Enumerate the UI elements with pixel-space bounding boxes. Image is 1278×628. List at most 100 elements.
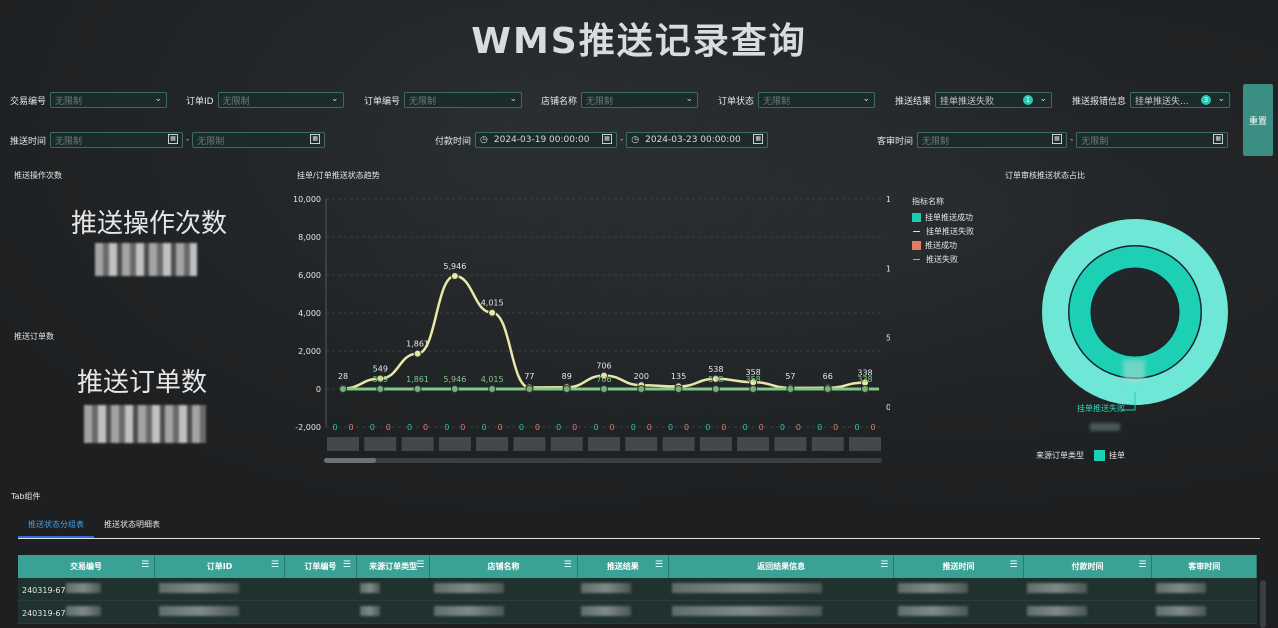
sort-icon[interactable]: ☰ bbox=[564, 560, 572, 570]
table-cell bbox=[893, 578, 1024, 601]
zero-label-fail: 0 bbox=[535, 423, 540, 432]
review-time-end[interactable]: 无限制 ▦ bbox=[1076, 132, 1229, 148]
data-point-flat[interactable] bbox=[339, 385, 347, 393]
table-row[interactable]: 240319-67 bbox=[18, 600, 1257, 624]
column-header[interactable]: 订单编号 ☰ bbox=[284, 555, 357, 578]
data-point-flat[interactable] bbox=[786, 385, 795, 393]
y-tick-label: -2,000 bbox=[295, 423, 321, 432]
donut-chart-title: 订单审核推送状态占比 bbox=[1005, 171, 1085, 180]
zero-label-success: 0 bbox=[631, 423, 636, 432]
zero-label-success: 0 bbox=[780, 423, 785, 432]
data-point[interactable] bbox=[488, 308, 497, 317]
donut-legend: 来源订单类型 挂单 bbox=[1036, 450, 1125, 461]
data-point-flat[interactable] bbox=[562, 385, 571, 393]
zero-label-success: 0 bbox=[370, 423, 375, 432]
calendar-icon: ▦ bbox=[310, 134, 321, 144]
data-point-flat[interactable] bbox=[488, 385, 497, 393]
donut-blurred-label bbox=[1123, 360, 1145, 382]
legend-item[interactable]: 挂单推送成功 bbox=[912, 212, 974, 223]
push-time-end[interactable]: 无限制 ▦ bbox=[192, 132, 326, 148]
table-scrollbar[interactable] bbox=[1260, 580, 1266, 628]
column-header[interactable]: 交易编号 ☰ bbox=[18, 555, 156, 578]
y-tick-label: 6,000 bbox=[298, 271, 321, 280]
pay-time-end[interactable]: ◷ 2024-03-23 00:00:00 ▦ bbox=[626, 132, 769, 148]
data-point-flat[interactable] bbox=[600, 385, 608, 393]
push-error-select[interactable]: 挂单推送失... 3 ⌄ bbox=[1130, 92, 1231, 108]
x-tick-label-blurred bbox=[588, 437, 620, 451]
data-label: 66 bbox=[823, 372, 833, 381]
kpi2-label: 推送订单数 bbox=[77, 368, 208, 398]
sort-icon[interactable]: ☰ bbox=[271, 560, 279, 570]
sort-icon[interactable]: ☰ bbox=[141, 560, 149, 570]
filter-label: 客审时间 bbox=[877, 136, 914, 147]
legend-item[interactable]: 推送成功 bbox=[912, 240, 974, 251]
chevron-down-icon: ⌄ bbox=[685, 94, 694, 104]
column-header[interactable]: 订单ID ☰ bbox=[154, 555, 285, 578]
data-point-flat[interactable] bbox=[749, 385, 758, 393]
column-header[interactable]: 推送时间 ☰ bbox=[893, 555, 1024, 578]
zero-label-success: 0 bbox=[593, 423, 598, 432]
zero-label-fail: 0 bbox=[759, 423, 764, 432]
data-point-flat[interactable] bbox=[413, 385, 422, 393]
data-point-flat[interactable] bbox=[525, 385, 534, 393]
reset-button[interactable]: 重置 bbox=[1243, 84, 1273, 156]
column-header[interactable]: 返回结果信息 ☰ bbox=[668, 555, 895, 578]
data-point-flat[interactable] bbox=[711, 385, 720, 393]
legend-item[interactable]: 推送失败 bbox=[912, 254, 974, 265]
filter-label: 推送结果 bbox=[895, 96, 932, 107]
placeholder: 无限制 bbox=[55, 136, 83, 147]
tab-detail-table[interactable]: 推送状态明细表 bbox=[94, 517, 170, 538]
chart-scrollbar-thumb[interactable] bbox=[324, 458, 376, 463]
sort-icon[interactable]: ☰ bbox=[655, 560, 663, 570]
data-point-flat[interactable] bbox=[823, 385, 832, 393]
column-header[interactable]: 付款时间 ☰ bbox=[1023, 555, 1153, 578]
data-point[interactable] bbox=[413, 349, 422, 358]
data-point-flat[interactable] bbox=[637, 385, 646, 393]
pay-time-start[interactable]: ◷ 2024-03-19 00:00:00 ▦ bbox=[475, 132, 618, 148]
column-header[interactable]: 店铺名称 ☰ bbox=[429, 555, 578, 578]
filter-shop-name: 店铺名称 无限制 ⌄ bbox=[541, 90, 699, 110]
kpi1-value-blurred bbox=[95, 243, 197, 276]
push-result-select[interactable]: 挂单推送失败 1 ⌄ bbox=[935, 92, 1053, 108]
column-header[interactable]: 来源订单类型 ☰ bbox=[356, 555, 431, 578]
review-time-start[interactable]: 无限制 ▦ bbox=[917, 132, 1068, 148]
table-cell bbox=[668, 578, 894, 601]
data-point-flat[interactable] bbox=[376, 385, 385, 393]
column-header[interactable]: 推送结果 ☰ bbox=[577, 555, 669, 578]
order-status-select[interactable]: 无限制 ⌄ bbox=[758, 92, 876, 108]
placeholder: 无限制 bbox=[763, 96, 791, 107]
placeholder: 无限制 bbox=[922, 136, 950, 147]
blurred-value bbox=[581, 583, 632, 593]
blurred-value bbox=[1155, 606, 1206, 616]
trade-no-select[interactable]: 无限制 ⌄ bbox=[50, 92, 168, 108]
table-header-row: 交易编号 ☰ 订单ID ☰ 订单编号 ☰ 来源订单类型 ☰ 店铺名称 ☰ 推送结果 ☰ 返回结果信息 ☰ 推… bbox=[18, 555, 1257, 578]
donut-inner-ring[interactable] bbox=[1069, 246, 1201, 378]
data-point-flat[interactable] bbox=[674, 385, 683, 393]
tab-group-table[interactable]: 推送状态分组表 bbox=[18, 517, 94, 538]
column-header-label: 来源订单类型 bbox=[369, 562, 418, 571]
order-no-select[interactable]: 无限制 ⌄ bbox=[404, 92, 523, 108]
sort-icon[interactable]: ☰ bbox=[880, 560, 888, 570]
y-tick-label: 8,000 bbox=[298, 233, 321, 242]
column-header[interactable]: 客审时间 bbox=[1151, 555, 1257, 578]
zero-label-fail: 0 bbox=[498, 423, 503, 432]
blurred-value bbox=[65, 583, 101, 593]
data-point[interactable] bbox=[450, 272, 459, 281]
sort-icon[interactable]: ☰ bbox=[1138, 560, 1146, 570]
legend-item[interactable]: 挂单推送失败 bbox=[912, 226, 974, 237]
blurred-value bbox=[158, 583, 239, 593]
sort-icon[interactable]: ☰ bbox=[343, 560, 351, 570]
push-time-start[interactable]: 无限制 ▦ bbox=[50, 132, 184, 148]
data-label-secondary: 338 bbox=[857, 375, 872, 384]
legend-label[interactable]: 挂单 bbox=[1109, 450, 1125, 461]
blurred-value bbox=[581, 606, 632, 616]
sort-icon[interactable]: ☰ bbox=[1010, 560, 1018, 570]
chart-scrollbar[interactable] bbox=[324, 458, 882, 463]
shop-name-select[interactable]: 无限制 ⌄ bbox=[581, 92, 699, 108]
table-row[interactable]: 240319-67 bbox=[18, 578, 1257, 601]
sort-icon[interactable]: ☰ bbox=[416, 560, 424, 570]
trade-no-value: 240319-67 bbox=[22, 586, 66, 595]
data-point-flat[interactable] bbox=[450, 385, 459, 393]
data-point-flat[interactable] bbox=[861, 385, 869, 393]
order-id-select[interactable]: 无限制 ⌄ bbox=[217, 92, 344, 108]
